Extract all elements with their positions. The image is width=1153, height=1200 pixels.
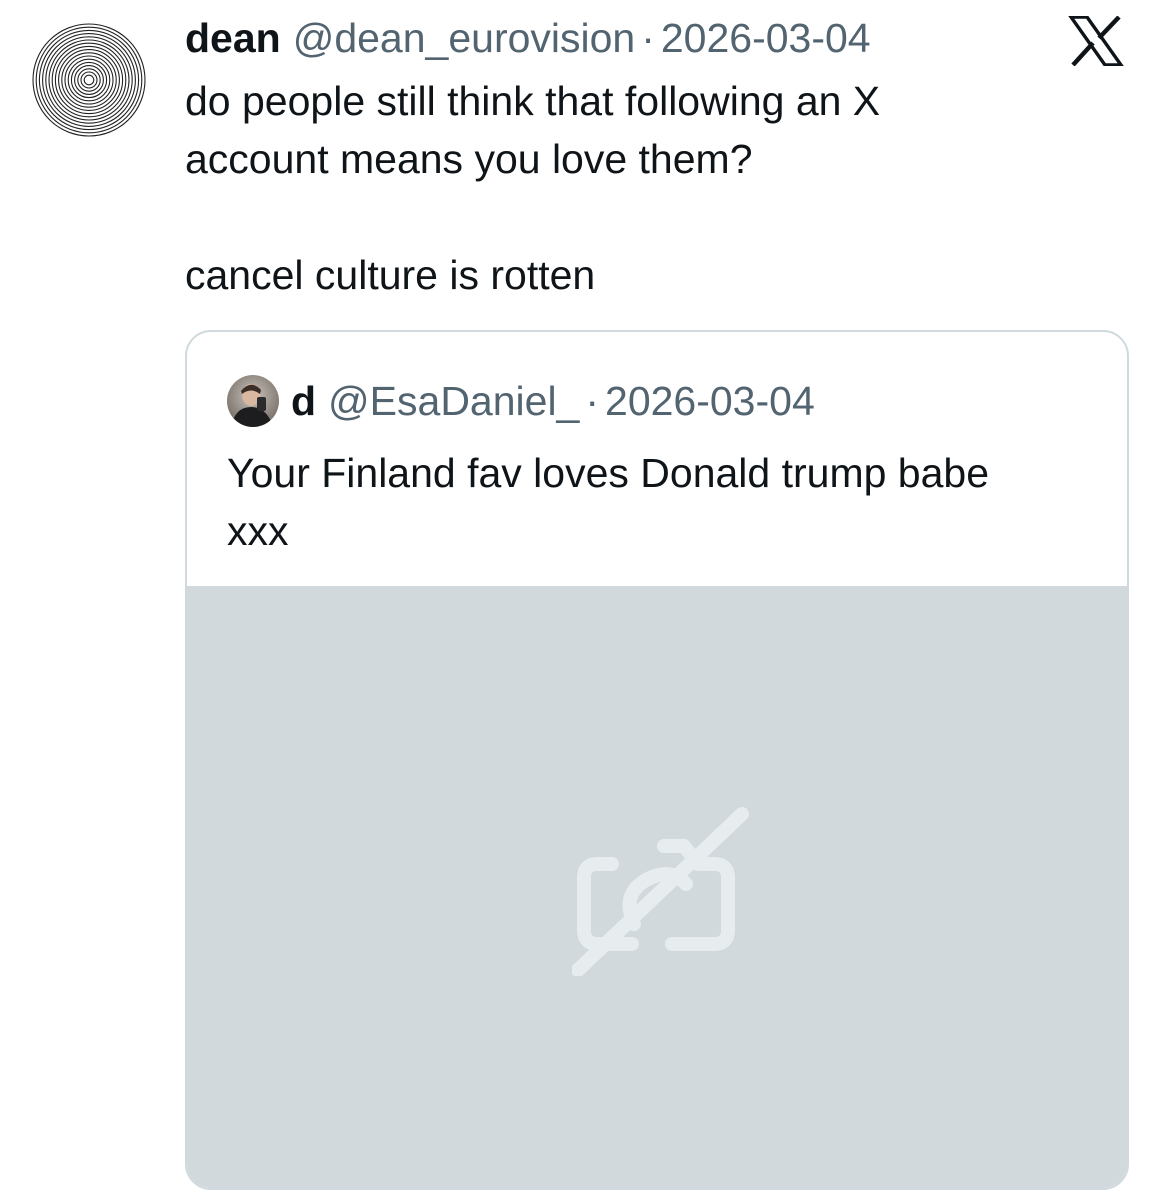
header-separator: · [641, 15, 655, 61]
user-photo-avatar-icon [227, 375, 279, 427]
tweet-text-line: do people still think that following an … [185, 78, 881, 124]
quoted-tweet-media-placeholder[interactable] [187, 586, 1127, 1188]
quoted-tweet-header: d @EsaDaniel_ · 2026-03-04 [227, 372, 815, 430]
tweet-text-line: cancel culture is rotten [185, 252, 596, 298]
quoted-header-separator: · [585, 377, 600, 424]
tweet-date[interactable]: 2026-03-04 [661, 10, 871, 66]
quoted-tweet-body: Your Finland fav loves Donald trump babe… [227, 444, 1107, 560]
author-handle[interactable]: @dean_eurovision [293, 10, 636, 66]
author-display-name[interactable]: dean [185, 10, 281, 66]
quoted-author-avatar[interactable] [227, 375, 279, 427]
quoted-author-display-name[interactable]: d [291, 378, 316, 425]
quoted-tweet-date[interactable]: 2026-03-04 [605, 378, 815, 425]
x-logo-icon [1068, 16, 1124, 66]
quoted-tweet-text-line: Your Finland fav loves Donald trump babe [227, 450, 990, 496]
quoted-tweet-card[interactable]: d @EsaDaniel_ · 2026-03-04 Your Finland … [185, 330, 1129, 1190]
camera-off-icon [572, 807, 749, 976]
tweet-text-line: account means you love them? [185, 136, 753, 182]
quoted-tweet-text-line: xxx [227, 508, 289, 554]
tweet-body: do people still think that following an … [185, 72, 1085, 304]
quoted-author-handle[interactable]: @EsaDaniel_ [328, 378, 579, 425]
author-avatar[interactable] [26, 17, 152, 143]
tweet-header: dean @dean_eurovision · 2026-03-04 [185, 10, 871, 66]
concentric-circles-avatar-icon [27, 18, 151, 142]
